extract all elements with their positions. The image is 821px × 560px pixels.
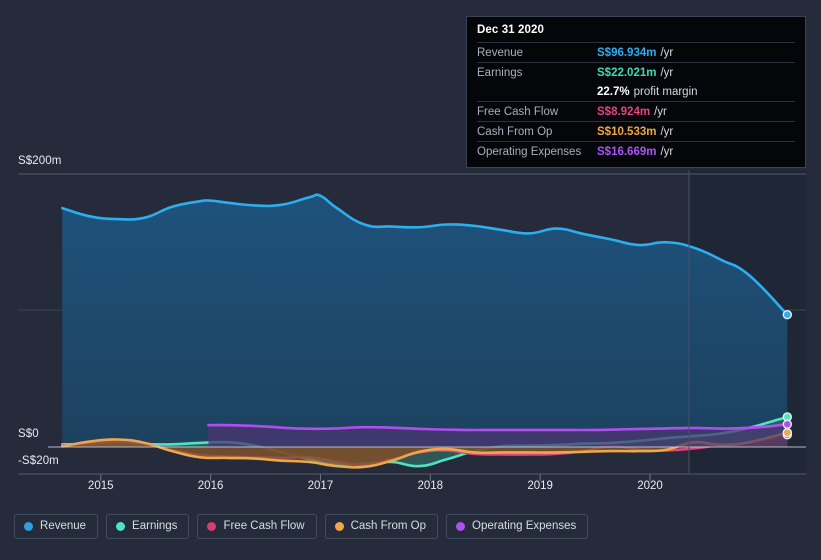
y-axis-label-zero: S$0 [18, 428, 39, 440]
tooltip-row-unit: /yr [654, 105, 667, 118]
tooltip-row-value: 22.7% [597, 85, 630, 98]
tooltip-row-value: S$8.924m [597, 105, 651, 118]
tooltip-row-unit: profit margin [633, 85, 698, 98]
legend-item-label: Operating Expenses [472, 520, 577, 532]
legend-color-dot-icon [116, 522, 126, 531]
x-axis-ticks [100, 474, 651, 481]
tooltip-row-value-group: S$10.533m/yr [597, 125, 673, 139]
legend-item-label: Revenue [40, 520, 87, 532]
x-axis-label-2016: 2016 [197, 480, 224, 492]
x-axis-label-2018: 2018 [417, 480, 444, 492]
legend-color-dot-icon [334, 522, 344, 531]
legend-color-dot-icon [456, 522, 466, 531]
tooltip-row-value-group: S$96.934m/yr [597, 46, 673, 60]
tooltip-row-value-group: 22.7% profit margin [597, 85, 698, 99]
legend-item-operating-expenses[interactable]: Operating Expenses [446, 514, 589, 539]
tooltip-row-value: S$10.533m [597, 125, 657, 138]
tooltip-rows: Revenue S$96.934m/yr Earnings S$22.021m/yr 2… [477, 42, 795, 161]
tooltip-date: Dec 31 2020 [477, 24, 544, 36]
tooltip-row-label: Revenue [477, 46, 524, 59]
x-axis-label-2019: 2019 [527, 480, 553, 492]
legend-item-label: Earnings [132, 520, 178, 532]
tooltip-row-label: Earnings [477, 66, 523, 79]
endpoint-marker-cash-from-op[interactable] [782, 427, 793, 438]
tooltip-row-unit: /yr [660, 125, 674, 138]
tooltip-row-value: S$16.669m [597, 145, 657, 158]
x-axis-label-2020: 2020 [637, 480, 663, 492]
chart-legend[interactable]: Revenue Earnings Free Cash Flow Cash From O… [14, 514, 589, 539]
endpoint-marker-revenue[interactable] [782, 309, 793, 320]
tooltip-row-label: Operating Expenses [477, 145, 582, 158]
legend-item-free-cash-flow[interactable]: Free Cash Flow [197, 514, 317, 539]
legend-item-revenue[interactable]: Revenue [14, 514, 99, 539]
legend-item-label: Cash From Op [350, 520, 427, 532]
data-tooltip: Dec 31 2020 Revenue S$96.934m/yr Earnings S… [466, 16, 806, 168]
tooltip-row-value: S$96.934m [597, 46, 657, 59]
tooltip-row: Earnings S$22.021m/yr [477, 62, 795, 82]
tooltip-row-label: Cash From Op [477, 125, 553, 138]
legend-item-cash-from-op[interactable]: Cash From Op [324, 514, 439, 539]
legend-color-dot-icon [207, 522, 217, 531]
tooltip-row-unit: /yr [660, 66, 674, 79]
tooltip-row-unit: /yr [660, 46, 674, 59]
tooltip-row: Cash From Op S$10.533m/yr [477, 121, 795, 141]
y-axis-label-200m: S$200m [18, 155, 62, 167]
series-area [62, 194, 788, 447]
x-axis-label-2017: 2017 [307, 480, 334, 492]
tooltip-row-unit: /yr [660, 145, 674, 158]
legend-color-dot-icon [24, 522, 33, 531]
tooltip-row-label: Free Cash Flow [477, 105, 559, 118]
endpoint-marker-operating-expenses[interactable] [782, 419, 793, 429]
tooltip-row: Free Cash Flow S$8.924m/yr [477, 101, 795, 121]
tooltip-row: 22.7% profit margin [477, 82, 795, 101]
tooltip-row: Operating Expenses S$16.669m/yr [477, 141, 795, 161]
tooltip-row-value-group: S$16.669m/yr [597, 145, 673, 159]
series-revenue [60, 193, 789, 447]
legend-item-earnings[interactable]: Earnings [106, 514, 190, 539]
tooltip-row-value-group: S$8.924m/yr [597, 105, 667, 119]
financial-chart: S$200m S$0 -S$20m 2015 2016 2017 2018 2019 20… [0, 0, 821, 560]
tooltip-row: Revenue S$96.934m/yr [477, 42, 795, 62]
tooltip-row-value-group: S$22.021m/yr [597, 66, 673, 80]
tooltip-row-value: S$22.021m [597, 66, 657, 79]
y-axis-label-neg20m: -S$20m [18, 455, 59, 467]
legend-item-label: Free Cash Flow [223, 520, 305, 532]
x-axis-label-2015: 2015 [87, 480, 114, 492]
